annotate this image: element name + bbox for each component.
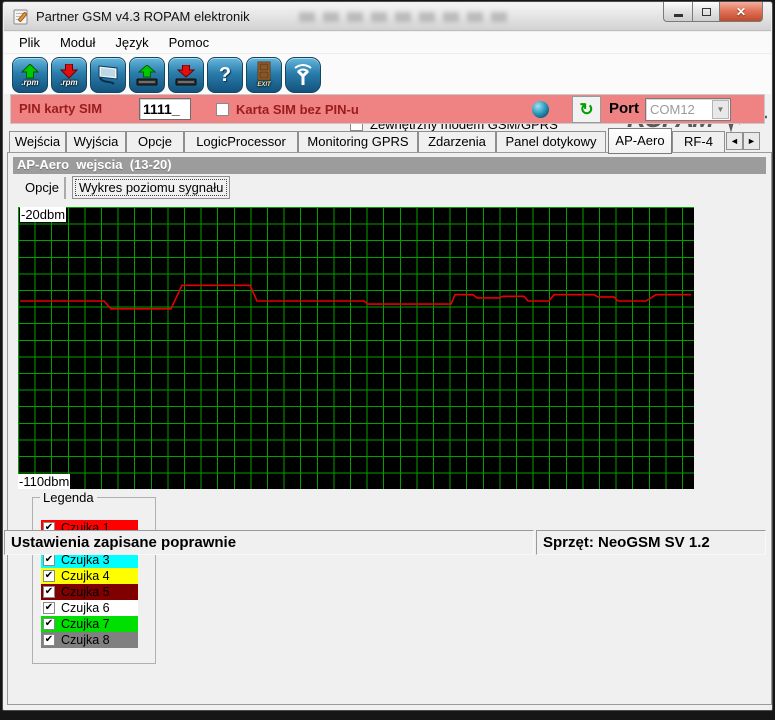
legend-row: ✔ Czujka 8 xyxy=(41,632,138,648)
maximize-icon xyxy=(702,8,711,16)
pin-input[interactable]: 1111_ xyxy=(139,98,191,120)
no-pin-checkbox[interactable] xyxy=(216,103,229,116)
connect-button[interactable] xyxy=(90,57,126,93)
refresh-icon: ↻ xyxy=(579,100,593,120)
czujka-3-checkbox[interactable]: ✔ xyxy=(43,554,55,566)
tab-logicprocessor[interactable]: LogicProcessor xyxy=(184,131,298,153)
menu-modul[interactable]: Moduł xyxy=(51,33,104,52)
monitor-plug-icon xyxy=(96,64,120,86)
no-pin-label: Karta SIM bez PIN-u xyxy=(236,102,359,117)
hardware-version: Sprzęt: NeoGSM SV 1.2 xyxy=(536,530,766,555)
arrow-up-icon xyxy=(21,64,39,79)
open-rpm-caption: .rpm xyxy=(21,79,38,87)
tab-wyjscia[interactable]: Wyjścia xyxy=(66,131,126,153)
toolbar: .rpm .rpm ? xyxy=(4,54,771,94)
tab-panel-dotykowy[interactable]: Panel dotykowy xyxy=(496,131,606,153)
port-label: Port xyxy=(609,95,639,123)
close-icon: ✕ xyxy=(736,5,746,19)
port-value: COM12 xyxy=(650,102,695,117)
tab-zdarzenia[interactable]: Zdarzenia xyxy=(418,131,496,153)
ap-aero-panel: AP-Aero wejscia (13-20) Opcje Wykres poz… xyxy=(7,152,772,705)
minimize-icon xyxy=(674,14,683,17)
legend-groupbox: Legenda ✔Czujka 1✔Czujka 2✔Czujka 3✔Czuj… xyxy=(32,497,156,664)
tab-rf4-ster[interactable]: RF-4 ster xyxy=(672,131,725,153)
exit-button[interactable]: EXIT xyxy=(246,57,282,93)
signal-level-chart: -20dbm -110dbm xyxy=(18,207,694,489)
save-rpm-button[interactable]: .rpm xyxy=(51,57,87,93)
arrow-up-icon xyxy=(138,65,156,78)
tab-scroll-right-button[interactable]: ► xyxy=(743,132,760,150)
minimize-button[interactable] xyxy=(663,2,693,22)
signal-line-plot xyxy=(18,207,694,489)
menu-bar: Plik Moduł Język Pomoc xyxy=(4,32,771,54)
tab-scroll-left-button[interactable]: ◄ xyxy=(726,132,743,150)
door-icon xyxy=(256,61,272,81)
czujka-label: Czujka 7 xyxy=(61,616,110,632)
menu-pomoc[interactable]: Pomoc xyxy=(160,33,218,52)
czujka-8-checkbox[interactable]: ✔ xyxy=(43,634,55,646)
dropdown-arrow-icon: ▼ xyxy=(712,100,729,119)
tab-opcje[interactable]: Opcje xyxy=(126,131,184,153)
tab-monitoring-gprs[interactable]: Monitoring GPRS xyxy=(298,131,418,153)
legend-title: Legenda xyxy=(40,490,97,505)
question-mark-icon: ? xyxy=(219,64,231,87)
connection-status-indicator xyxy=(532,101,549,118)
app-icon xyxy=(13,9,29,25)
czujka-label: Czujka 6 xyxy=(61,600,110,616)
menu-jezyk[interactable]: Język xyxy=(106,33,157,52)
tab-bar: Wejścia Wyjścia Opcje LogicProcessor Mon… xyxy=(3,128,775,153)
czujka-label: Czujka 5 xyxy=(61,584,110,600)
arrow-down-icon xyxy=(177,65,195,78)
subtab-opcje[interactable]: Opcje xyxy=(20,177,66,199)
signal-line-czujka-1 xyxy=(20,285,691,309)
subtab-wykres-poziomu-sygnalu[interactable]: Wykres poziomu sygnału xyxy=(72,176,230,199)
help-button[interactable]: ? xyxy=(207,57,243,93)
pin-label: PIN karty SIM xyxy=(19,95,102,123)
wireless-button[interactable] xyxy=(285,57,321,93)
czujka-4-checkbox[interactable]: ✔ xyxy=(43,570,55,582)
pin-bar: PIN karty SIM 1111_ Karta SIM bez PIN-u … xyxy=(10,94,765,124)
y-axis-bottom-label: -110dbm xyxy=(18,474,70,489)
legend-row: ✔ Czujka 6 xyxy=(41,600,138,616)
arrow-down-icon xyxy=(60,64,78,79)
legend-row: ✔ Czujka 4 xyxy=(41,568,138,584)
app-window: Partner GSM v4.3 ROPAM elektronik ✕ Plik… xyxy=(2,1,773,711)
section-header: AP-Aero wejscia (13-20) xyxy=(13,157,766,174)
maximize-button[interactable] xyxy=(693,2,719,22)
write-device-button[interactable] xyxy=(168,57,204,93)
chip-icon xyxy=(136,78,158,86)
chip-icon xyxy=(175,78,197,86)
close-button[interactable]: ✕ xyxy=(719,2,763,22)
antenna-icon xyxy=(290,62,316,88)
titlebar[interactable]: Partner GSM v4.3 ROPAM elektronik xyxy=(4,3,771,31)
czujka-7-checkbox[interactable]: ✔ xyxy=(43,618,55,630)
czujka-5-checkbox[interactable]: ✔ xyxy=(43,586,55,598)
tab-wejscia[interactable]: Wejścia xyxy=(9,131,66,153)
background-window-ghost xyxy=(299,12,509,22)
read-device-button[interactable] xyxy=(129,57,165,93)
menu-plik[interactable]: Plik xyxy=(10,33,49,52)
port-select[interactable]: COM12 ▼ xyxy=(645,98,731,121)
czujka-label: Czujka 8 xyxy=(61,632,110,648)
czujka-label: Czujka 4 xyxy=(61,568,110,584)
refresh-ports-button[interactable]: ↻ xyxy=(572,96,601,123)
legend-row: ✔ Czujka 7 xyxy=(41,616,138,632)
save-rpm-caption: .rpm xyxy=(60,79,77,87)
legend-row: ✔ Czujka 5 xyxy=(41,584,138,600)
status-message: Ustawienia zapisane poprawnie xyxy=(4,530,534,555)
y-axis-top-label: -20dbm xyxy=(20,207,66,222)
no-pin-checkbox-row[interactable]: Karta SIM bez PIN-u xyxy=(216,102,359,117)
tab-ap-aero[interactable]: AP-Aero xyxy=(608,128,672,154)
czujka-6-checkbox[interactable]: ✔ xyxy=(43,602,55,614)
open-rpm-button[interactable]: .rpm xyxy=(12,57,48,93)
window-title: Partner GSM v4.3 ROPAM elektronik xyxy=(36,3,250,31)
exit-caption: EXIT xyxy=(257,81,270,89)
